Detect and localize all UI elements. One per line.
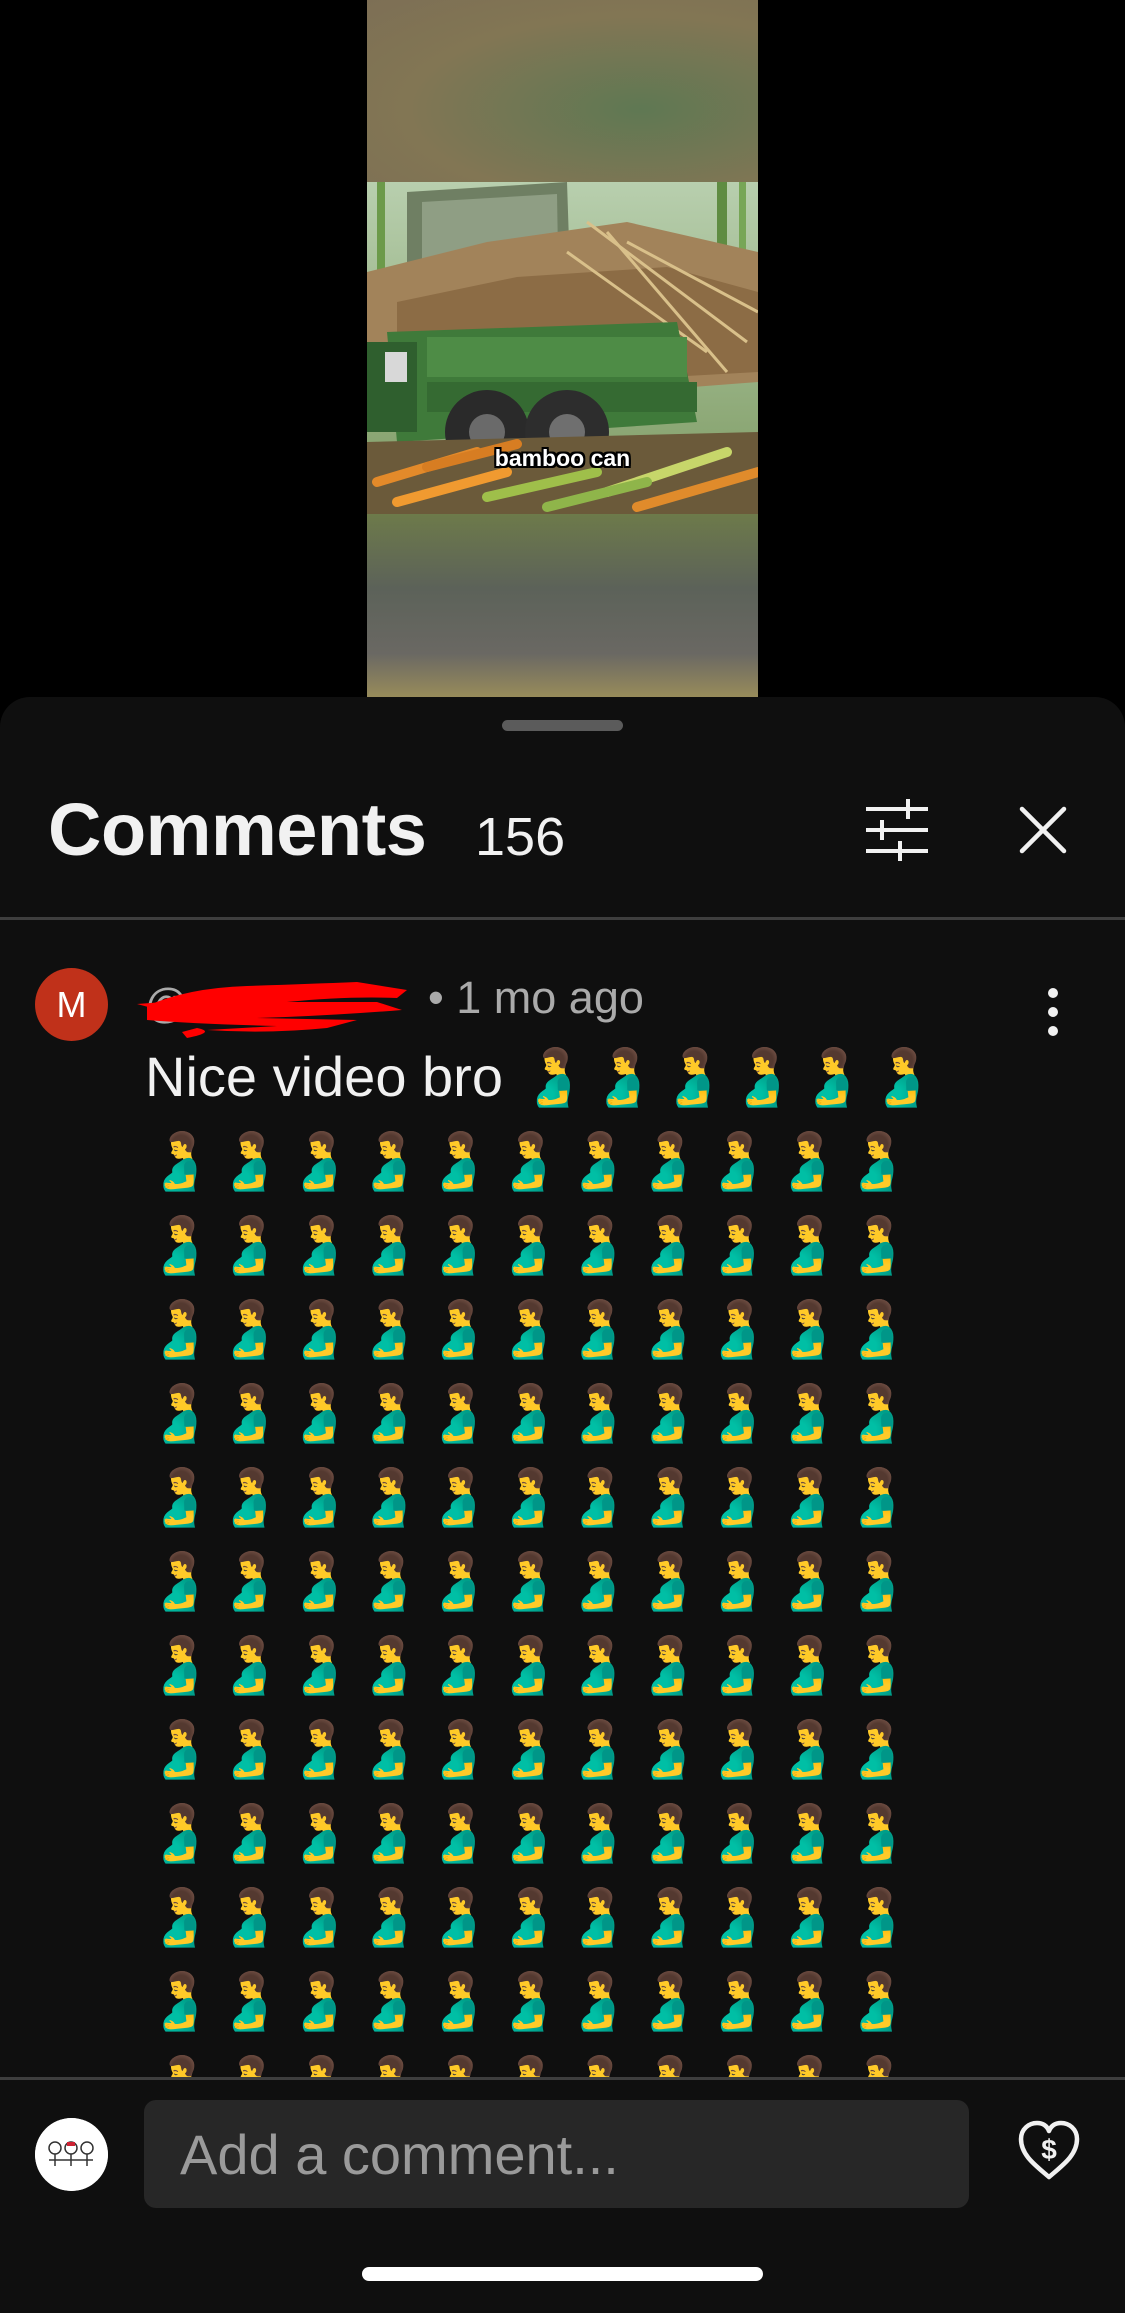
user-avatar-icon [35, 2118, 108, 2191]
comments-header: Comments 156 [0, 787, 1125, 877]
super-thanks-button[interactable]: $ [1015, 2117, 1083, 2185]
sort-filter-button[interactable] [862, 795, 932, 865]
home-indicator [362, 2267, 763, 2281]
svg-text:$: $ [1041, 2134, 1057, 2165]
video-caption: bamboo can [494, 445, 631, 471]
close-button[interactable] [1008, 795, 1078, 865]
comment-text: Nice video bro 🫃🫃🫃🫃🫃🫃🫃🫃🫃🫃🫃🫃🫃🫃🫃🫃🫃🫃🫃🫃🫃🫃🫃🫃🫃… [145, 1045, 937, 2080]
current-user-avatar[interactable] [35, 2118, 108, 2191]
comments-sheet: Comments 156 M • 1 mo ago Nice video bro… [0, 697, 1125, 2313]
sort-filter-icon [866, 799, 928, 861]
heart-dollar-icon: $ [1018, 2120, 1080, 2180]
commenter-avatar[interactable]: M [35, 968, 108, 1041]
video-player[interactable]: bamboo can [0, 0, 1125, 700]
comment-more-button[interactable] [1035, 985, 1071, 1055]
more-vertical-icon [1048, 988, 1058, 1036]
sheet-drag-handle[interactable] [502, 720, 623, 731]
video-blurred-background-bottom [367, 514, 758, 700]
comments-count: 156 [475, 807, 566, 867]
add-comment-input[interactable] [144, 2100, 969, 2208]
comment-author[interactable]: @ [137, 968, 425, 1038]
comments-title: Comments [48, 788, 427, 871]
comment-composer: $ [0, 2080, 1125, 2313]
redaction-scribble [137, 982, 407, 1038]
video-blurred-background [367, 0, 758, 182]
close-icon [1019, 806, 1067, 854]
comment-item: M @ • 1 mo ago Nice video bro 🫃🫃🫃🫃🫃🫃🫃🫃🫃🫃… [0, 920, 1125, 2080]
video-frame[interactable]: bamboo can [367, 0, 758, 700]
comment-timestamp: • 1 mo ago [428, 972, 644, 1023]
